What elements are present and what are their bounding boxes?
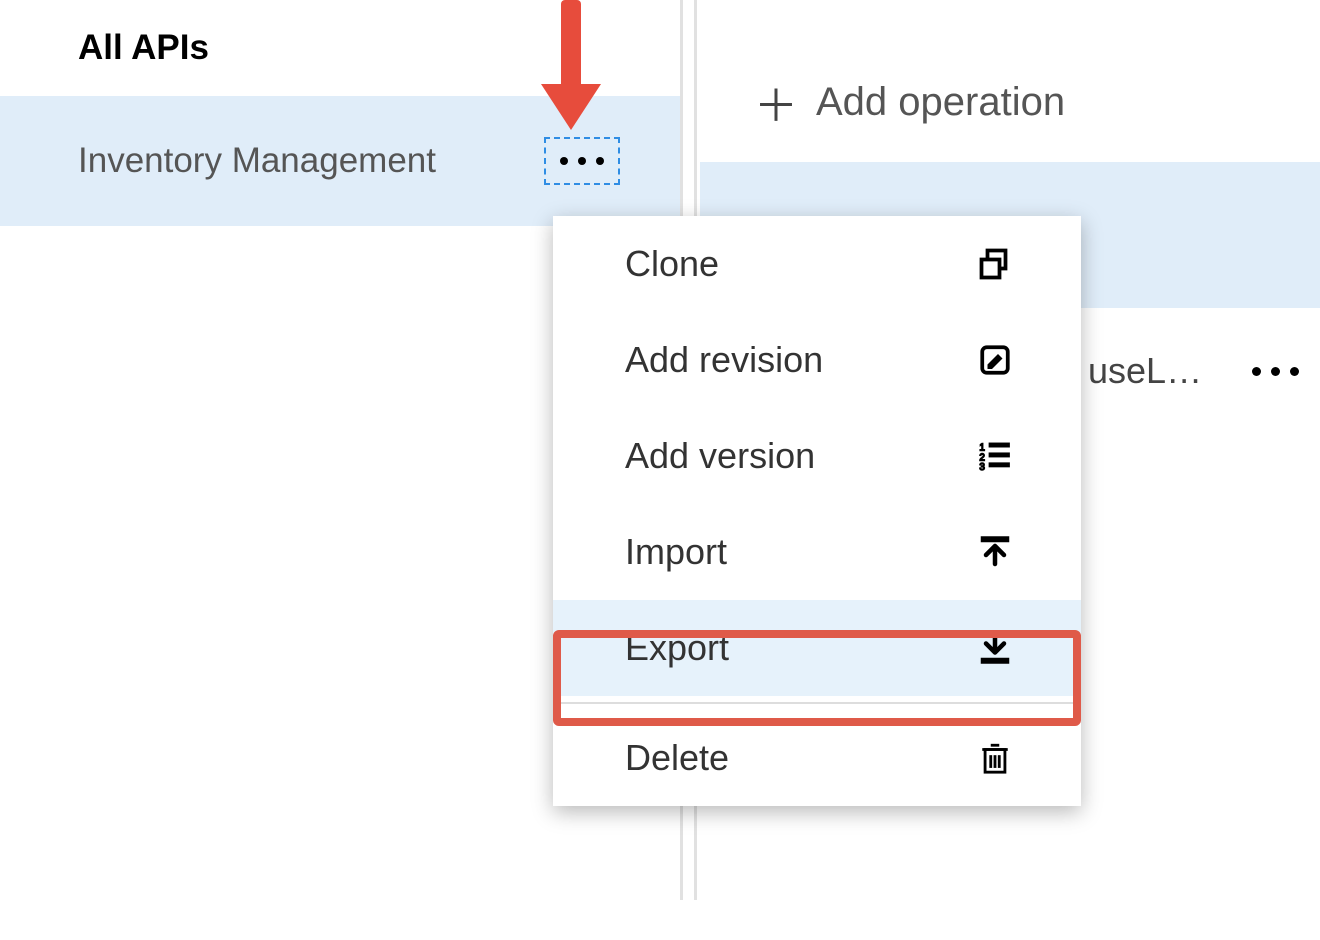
- ctx-menu-item-label: Import: [625, 531, 727, 573]
- ctx-menu-add-revision[interactable]: Add revision: [553, 312, 1081, 408]
- more-icon: [1252, 367, 1299, 376]
- ctx-menu-import[interactable]: Import: [553, 504, 1081, 600]
- clone-icon: [973, 242, 1017, 286]
- import-icon: [973, 530, 1017, 574]
- plus-icon: ＋: [754, 70, 798, 134]
- numbered-list-icon: 1 2 3: [973, 434, 1017, 478]
- api-sidebar: All APIs Inventory Management: [0, 0, 680, 226]
- ctx-menu-clone[interactable]: Clone: [553, 216, 1081, 312]
- operations-panel: ＋ Add operation: [700, 0, 1320, 174]
- export-icon: [973, 626, 1017, 670]
- ctx-menu-item-label: Add version: [625, 435, 815, 477]
- ctx-menu-separator: [553, 702, 1081, 704]
- all-apis-header[interactable]: All APIs: [0, 0, 680, 96]
- edit-icon: [973, 338, 1017, 382]
- api-context-menu: Clone Add revision Add version 1: [553, 216, 1081, 806]
- more-icon: [560, 157, 604, 165]
- operation-more-button[interactable]: [1252, 367, 1299, 376]
- add-operation-button[interactable]: ＋ Add operation: [700, 0, 1320, 174]
- delete-icon: [973, 736, 1017, 780]
- api-item-more-button[interactable]: [544, 137, 620, 185]
- api-list-item-inventory[interactable]: Inventory Management: [0, 96, 680, 226]
- ctx-menu-add-version[interactable]: Add version 1 2 3: [553, 408, 1081, 504]
- operation-row[interactable]: useL…: [1088, 350, 1299, 392]
- svg-text:3: 3: [979, 462, 985, 473]
- ctx-menu-export[interactable]: Export: [553, 600, 1081, 696]
- ctx-menu-item-label: Clone: [625, 243, 719, 285]
- ctx-menu-item-label: Add revision: [625, 339, 823, 381]
- ctx-menu-delete[interactable]: Delete: [553, 710, 1081, 806]
- operation-row-label: useL…: [1088, 350, 1202, 392]
- ctx-menu-item-label: Export: [625, 627, 729, 669]
- ctx-menu-item-label: Delete: [625, 737, 729, 779]
- api-item-label: Inventory Management: [78, 141, 436, 181]
- add-operation-label: Add operation: [816, 80, 1065, 125]
